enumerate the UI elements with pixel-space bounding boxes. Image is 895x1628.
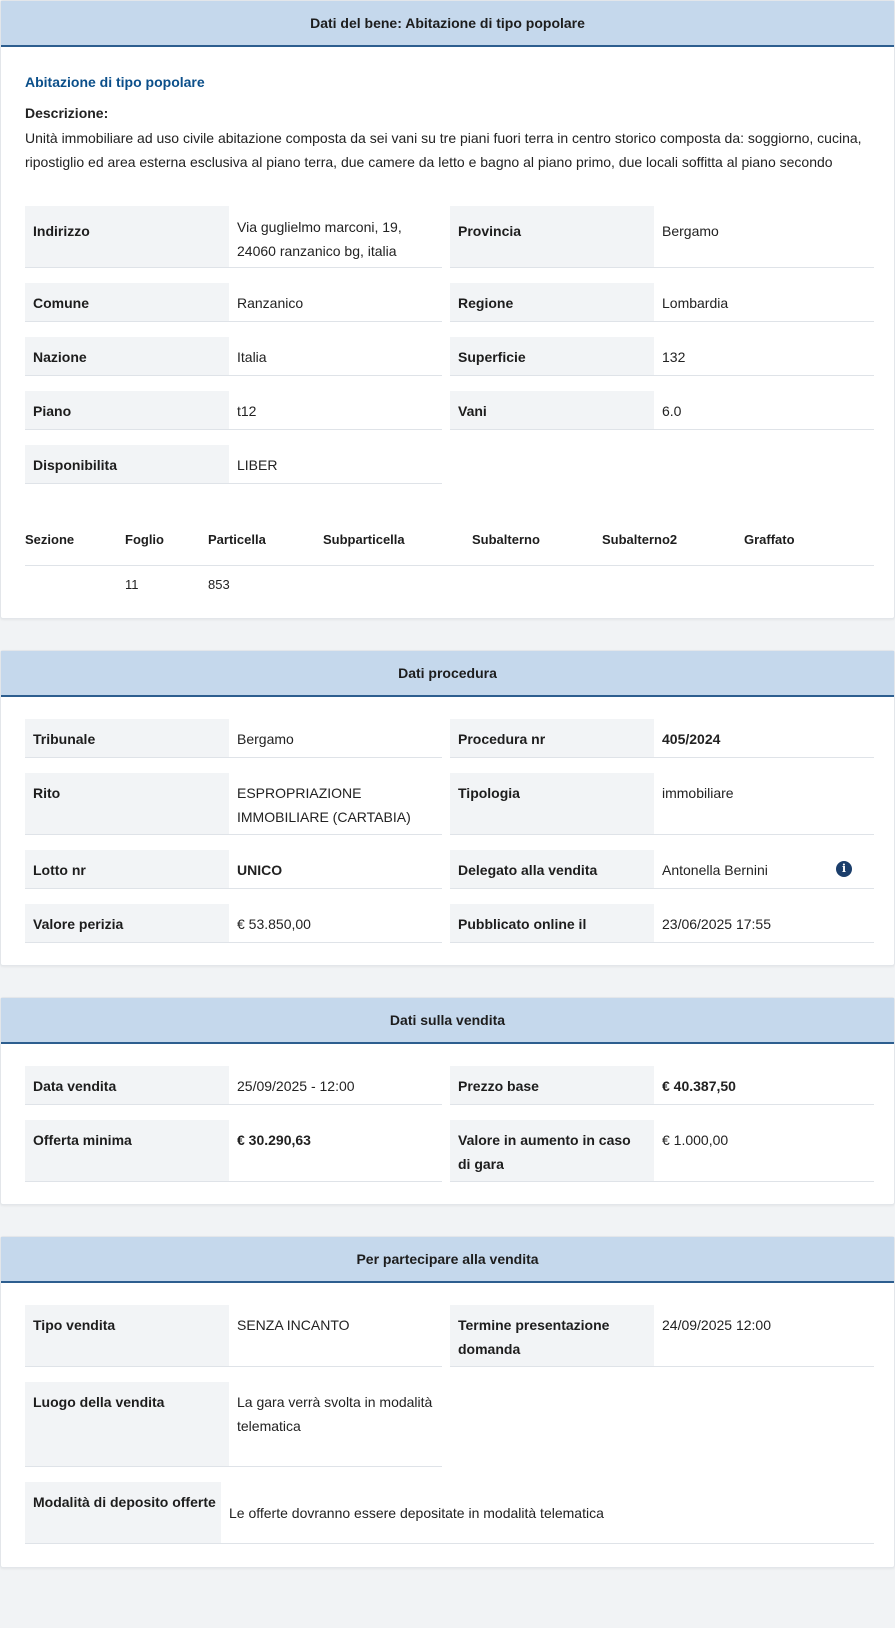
value-aumento: € 1.000,00 (654, 1120, 874, 1182)
value-pubblicato: 23/06/2025 17:55 (654, 904, 874, 943)
card-dati-procedura: Dati procedura Tribunale Bergamo Procedu… (0, 650, 895, 966)
delegato-name: Antonella Bernini (662, 862, 768, 878)
value-nazione: Italia (229, 337, 442, 376)
label-aumento: Valore in aumento in caso di gara (450, 1120, 654, 1182)
label-regione: Regione (450, 283, 654, 322)
value-tipologia: immobiliare (654, 773, 874, 835)
label-rito: Rito (25, 773, 229, 835)
card-dati-bene: Dati del bene: Abitazione di tipo popola… (0, 0, 895, 619)
catasto-header-graffato: Graffato (744, 532, 795, 547)
label-prezzo-base: Prezzo base (450, 1066, 654, 1105)
label-indirizzo: Indirizzo (25, 206, 229, 268)
description-label: Descrizione: (25, 105, 109, 121)
catasto-header-sezione: Sezione (25, 532, 75, 547)
catasto-cell-foglio: 11 (125, 577, 139, 592)
value-valore-perizia: € 53.850,00 (229, 904, 442, 943)
card-header-dati-bene: Dati del bene: Abitazione di tipo popola… (1, 1, 894, 47)
card-partecipare-vendita: Per partecipare alla vendita Tipo vendit… (0, 1236, 895, 1568)
bene-title: Abitazione di tipo popolare (25, 74, 205, 90)
value-prezzo-base: € 40.387,50 (654, 1066, 874, 1105)
label-luogo: Luogo della vendita (25, 1382, 229, 1467)
label-superficie: Superficie (450, 337, 654, 376)
catasto-header-foglio: Foglio (125, 532, 164, 547)
card-header-dati-procedura: Dati procedura (1, 651, 894, 697)
value-piano: t12 (229, 391, 442, 430)
label-disponibilita: Disponibilita (25, 445, 229, 484)
info-icon[interactable]: i (836, 861, 852, 877)
value-luogo: La gara verrà svolta in modalità telemat… (229, 1382, 442, 1467)
value-offerta-minima: € 30.290,63 (229, 1120, 442, 1182)
value-lotto-nr: UNICO (229, 850, 442, 889)
value-disponibilita: LIBER (229, 445, 442, 484)
value-indirizzo: Via guglielmo marconi, 19, 24060 ranzani… (229, 206, 442, 268)
label-modalita: Modalità di deposito offerte (25, 1482, 229, 1544)
value-vani: 6.0 (654, 391, 874, 430)
value-tipo-vendita: SENZA INCANTO (229, 1305, 442, 1367)
value-data-vendita: 25/09/2025 - 12:00 (229, 1066, 442, 1105)
value-superficie: 132 (654, 337, 874, 376)
label-delegato: Delegato alla vendita (450, 850, 654, 889)
catasto-table-header: Sezione Foglio Particella Subparticella … (25, 520, 874, 566)
label-tipo-vendita: Tipo vendita (25, 1305, 229, 1367)
card-dati-vendita: Dati sulla vendita Data vendita 25/09/20… (0, 997, 895, 1205)
label-tribunale: Tribunale (25, 719, 229, 758)
catasto-header-subparticella: Subparticella (323, 532, 405, 547)
card-header-partecipare: Per partecipare alla vendita (1, 1237, 894, 1283)
catasto-header-subalterno: Subalterno (472, 532, 540, 547)
catasto-header-particella: Particella (208, 532, 266, 547)
label-lotto-nr: Lotto nr (25, 850, 229, 889)
value-rito: ESPROPRIAZIONE IMMOBILIARE (CARTABIA) (229, 773, 442, 835)
label-piano: Piano (25, 391, 229, 430)
label-offerta-minima: Offerta minima (25, 1120, 229, 1182)
label-pubblicato: Pubblicato online il (450, 904, 654, 943)
value-procedura-nr: 405/2024 (654, 719, 874, 758)
value-comune: Ranzanico (229, 283, 442, 322)
label-data-vendita: Data vendita (25, 1066, 229, 1105)
label-nazione: Nazione (25, 337, 229, 376)
label-provincia: Provincia (450, 206, 654, 268)
description-text: Unità immobiliare ad uso civile abitazio… (25, 130, 862, 170)
value-regione: Lombardia (654, 283, 874, 322)
card-header-dati-vendita: Dati sulla vendita (1, 998, 894, 1044)
value-termine: 24/09/2025 12:00 (654, 1305, 874, 1367)
label-procedura-nr: Procedura nr (450, 719, 654, 758)
table-row: 11 853 (25, 571, 874, 601)
label-tipologia: Tipologia (450, 773, 654, 835)
value-modalita: Le offerte dovranno essere depositate in… (221, 1482, 874, 1544)
label-termine: Termine presentazione domanda (450, 1305, 654, 1367)
value-delegato: Antonella Bernini i (654, 850, 874, 889)
catasto-header-subalterno2: Subalterno2 (602, 532, 678, 547)
value-tribunale: Bergamo (229, 719, 442, 758)
label-valore-perizia: Valore perizia (25, 904, 229, 943)
value-provincia: Bergamo (654, 206, 874, 268)
label-comune: Comune (25, 283, 229, 322)
catasto-cell-particella: 853 (208, 577, 230, 592)
label-vani: Vani (450, 391, 654, 430)
